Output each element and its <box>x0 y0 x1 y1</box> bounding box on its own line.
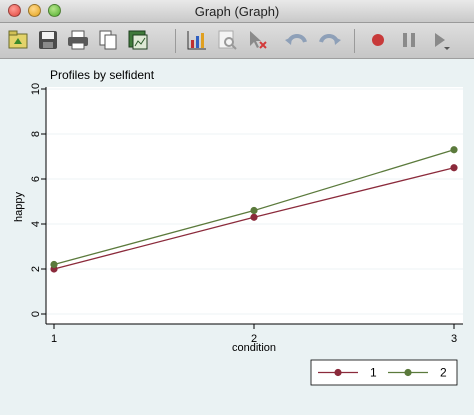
data-point <box>250 213 258 221</box>
record-button[interactable] <box>364 26 392 54</box>
graph-area: 0 2 4 6 8 10 123 Profiles by selfident condit… <box>0 59 474 415</box>
data-point <box>450 146 458 154</box>
title-bar[interactable]: Graph (Graph) <box>0 0 474 23</box>
y-tick-label: 0 <box>30 311 42 317</box>
undo-button[interactable] <box>283 26 311 54</box>
data-point <box>50 260 58 269</box>
y-tick-label: 10 <box>30 83 42 95</box>
y-tick-label: 8 <box>30 131 42 137</box>
legend-marker-2 <box>404 368 412 377</box>
record-icon <box>372 34 384 46</box>
open-graph-button[interactable] <box>4 26 32 54</box>
data-point <box>250 206 258 215</box>
data-point <box>450 164 458 172</box>
pointer-icon <box>250 31 267 49</box>
copy-button[interactable] <box>94 26 122 54</box>
save-icon <box>39 31 57 49</box>
x-axis-label: condition <box>232 342 276 354</box>
pointer-button[interactable] <box>243 26 271 54</box>
copy-icon <box>99 30 117 50</box>
play-button[interactable] <box>426 26 454 54</box>
plot-area <box>46 87 463 324</box>
redo-icon <box>319 34 341 45</box>
window-title: Graph (Graph) <box>194 4 280 19</box>
rename-graph-icon <box>128 30 148 50</box>
zoom-icon <box>218 30 237 50</box>
redo-button[interactable] <box>315 26 343 54</box>
toolbar-separator <box>354 29 355 53</box>
graph-editor-icon <box>187 31 206 50</box>
play-icon <box>435 33 450 50</box>
y-tick-label: 6 <box>30 176 42 182</box>
graph-editor-button[interactable] <box>183 26 211 54</box>
zoom-button-tool[interactable] <box>213 26 241 54</box>
chart-title: Profiles by selfident <box>50 68 155 82</box>
x-tick-label: 1 <box>51 333 57 345</box>
x-tick-label: 3 <box>451 333 457 345</box>
toolbar <box>0 23 474 59</box>
save-button[interactable] <box>34 26 62 54</box>
undo-icon <box>285 34 307 45</box>
line-chart: 0246810 123 Profiles by selfident condit… <box>13 68 463 386</box>
legend-marker-1 <box>334 368 342 377</box>
y-axis-label: happy <box>13 192 25 222</box>
open-graph-icon <box>8 30 28 49</box>
legend-label: 1 <box>370 366 377 380</box>
legend-label: 2 <box>440 366 447 380</box>
pause-icon <box>403 33 415 47</box>
pause-button[interactable] <box>395 26 423 54</box>
print-icon <box>68 30 88 50</box>
y-tick-label: 2 <box>30 266 42 272</box>
print-button[interactable] <box>64 26 92 54</box>
y-tick-label: 4 <box>30 221 42 227</box>
graph-window: Graph (Graph) 0 2 4 6 8 10 1 2 3 Profile… <box>0 0 474 415</box>
rename-graph-button[interactable] <box>124 26 152 54</box>
toolbar-separator <box>175 29 176 53</box>
